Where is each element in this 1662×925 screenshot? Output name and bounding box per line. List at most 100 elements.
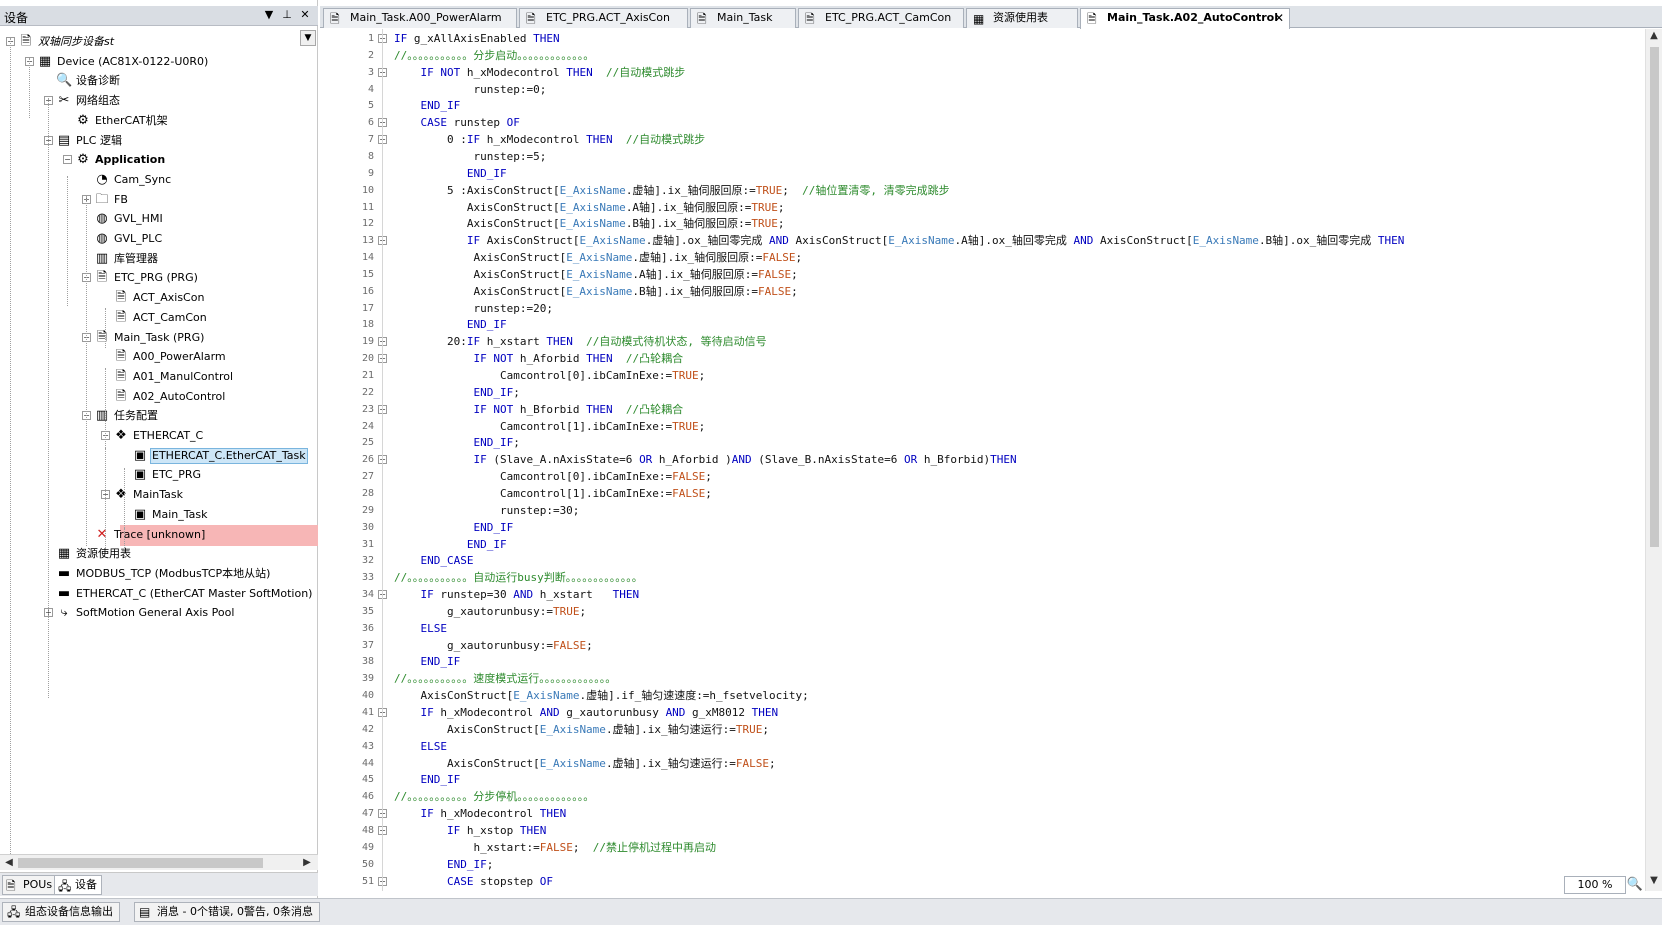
tree-item-label: ETHERCAT_C [133,429,204,442]
code-line[interactable]: runstep:=20; [394,300,552,317]
line-number: 40 [361,690,374,702]
line-number: 31 [361,538,374,550]
code-line[interactable]: 20:IF h_xstart THEN //自动模式待机状态, 等待启动信号 [394,333,767,350]
editor-tab[interactable]: 🗎 Main_Task.A00_PowerAlarm [323,8,517,28]
collapse-icon[interactable]: − [63,155,72,165]
status-item[interactable]: ▤ 消息 - 0个错误, 0警告, 0条消息 [134,902,320,922]
code-line[interactable]: IF runstep=30 AND h_xstart THEN [394,586,640,603]
editor-tab-label: ETC_PRG.ACT_CamCon [825,11,952,24]
code-line[interactable]: END_IF [394,97,461,114]
tree-guide-line [105,448,106,548]
cam-icon: ◔ [96,171,108,187]
code-line[interactable]: g_xautorunbusy:=FALSE; [394,637,593,654]
code-line[interactable]: //。。。。。。。。。。。分步停机。。。。。。。。。。。。。 [394,788,594,805]
editor-tab[interactable]: 🗎 ETC_PRG.ACT_AxisCon [519,8,688,28]
code-line[interactable]: IF NOT h_Aforbid THEN //凸轮耦合 [394,350,683,367]
code-line[interactable]: ELSE [394,738,448,755]
editor-tab[interactable]: 🗎 ETC_PRG.ACT_CamCon [798,8,964,28]
task-icon: ❖ [115,428,127,443]
scroll-thumb[interactable] [1650,47,1659,547]
code-line[interactable]: IF NOT h_Bforbid THEN //凸轮耦合 [394,401,683,418]
code-line[interactable]: END_IF; [394,434,519,451]
code-line[interactable]: END_IF [394,316,507,333]
tree-item-label: ETC_PRG [152,468,202,482]
line-number: 42 [361,723,374,735]
code-line[interactable]: //。。。。。。。。。。。自动运行busy判断。。。。。。。。。。。。。 [394,569,643,586]
editor-tab[interactable]: 🗎 Main_Task.A02_AutoControl ✕ [1080,8,1290,29]
code-line[interactable]: IF h_xModecontrol THEN [394,805,567,822]
code-line[interactable]: Camcontrol[1].ibCamInExe:=TRUE; [394,418,705,435]
zoom-icon[interactable]: 🔍 [1626,876,1644,894]
code-line[interactable]: END_IF; [394,856,493,873]
code-line[interactable]: END_IF [394,165,507,182]
code-line[interactable]: AxisConStruct[E_AxisName.A轴].ix_轴伺服回原:=T… [394,199,785,216]
status-item[interactable]: 🖧 组态设备信息输出 [2,902,120,922]
error-x-icon: ✕ [96,526,108,542]
code-line[interactable]: IF g_xAllAxisEnabled THEN [394,30,560,47]
code-line[interactable]: AxisConStruct[E_AxisName.B轴].ix_轴伺服回原:=T… [394,215,785,232]
scroll-left-icon[interactable]: ◀ [2,856,16,870]
editor-tab[interactable]: 🗎 Main_Task [690,8,796,28]
code-line[interactable]: h_xstart:=FALSE; //禁止停机过程中再启动 [394,839,715,856]
code-line[interactable]: IF h_xstop THEN [394,822,546,839]
code-line[interactable]: END_IF [394,536,507,553]
code-line[interactable]: AxisConStruct[E_AxisName.虚轴].ix_轴伺服回原:=F… [394,249,802,266]
panel-tab[interactable]: 🖧 设备 [54,875,102,895]
code-line[interactable]: //。。。。。。。。。。。分步启动。。。。。。。。。。。。。 [394,47,594,64]
tree-item-label: ETHERCAT_C (EtherCAT Master SoftMotion) [76,586,313,600]
editor-tab[interactable]: ▦ 资源使用表 [966,8,1078,28]
code-line[interactable]: Camcontrol[1].ibCamInExe:=FALSE; [394,485,712,502]
code-line[interactable]: AxisConStruct[E_AxisName.B轴].ix_轴伺服回原:=F… [394,283,797,300]
code-line[interactable]: END_IF [394,653,461,670]
code-line[interactable]: CASE runstep OF [394,114,520,131]
tree-item[interactable]: − 🗎 双轴同步设备st [0,32,318,53]
code-line[interactable]: AxisConStruct[E_AxisName.A轴].ix_轴伺服回原:=F… [394,266,797,283]
line-number: 34 [361,589,374,601]
scroll-down-icon[interactable]: ▼ [1648,875,1660,889]
pin-icon[interactable]: ⊥ [280,8,294,22]
code-line[interactable]: END_IF [394,771,461,788]
line-number: 24 [361,420,374,432]
zoom-level[interactable]: 100 % [1564,876,1626,894]
code-line[interactable]: runstep:=0; [394,81,546,98]
tree-item[interactable]: 🔍 设备诊断 [0,71,318,92]
horizontal-scrollbar[interactable]: ◀ ▶ [0,854,318,870]
line-number: 33 [361,572,374,584]
tree-item-label: A02_AutoControl [133,389,226,403]
code-line[interactable]: END_IF [394,519,513,536]
line-number: 9 [367,167,374,179]
code-line[interactable]: IF NOT h_xModecontrol THEN //自动模式跳步 [394,64,686,81]
tree-item[interactable]: − ▦ Device (AC81X-0122-U0R0) [0,52,318,73]
code-line[interactable]: IF h_xModecontrol AND g_xautorunbusy AND… [394,704,779,721]
scroll-thumb[interactable] [18,858,263,868]
close-tab-icon[interactable]: ✕ [1274,9,1284,27]
code-line[interactable]: runstep:=5; [394,148,546,165]
code-editor[interactable]: 1−2 3−4 5 6−7−8 9 10 11 12 13−14 15 16 17 18 19−20−21… [320,29,1645,891]
code-line[interactable]: IF AxisConStruct[E_AxisName.虚轴].ox_轴回零完成… [394,232,1405,249]
panel-tab[interactable]: 🗎 POUs [2,875,58,895]
code-line[interactable]: 0 :IF h_xModecontrol THEN //自动模式跳步 [394,131,705,148]
code-line[interactable]: END_CASE [394,552,474,569]
code-line[interactable]: AxisConStruct[E_AxisName.虚轴].ix_轴匀速运行:=T… [394,721,769,738]
code-line[interactable]: Camcontrol[0].ibCamInExe:=TRUE; [394,367,705,384]
code-line[interactable]: Camcontrol[0].ibCamInExe:=FALSE; [394,468,712,485]
code-line[interactable]: CASE stopstep OF [394,873,553,890]
code-line[interactable]: AxisConStruct[E_AxisName.虚轴].ix_轴匀速运行:=F… [394,755,776,772]
ethercat-icon: ▬ [57,585,71,601]
scroll-right-icon[interactable]: ▶ [300,856,314,870]
code-line[interactable]: IF (Slave_A.nAxisState=6 OR h_Aforbid )A… [394,451,1016,468]
code-line[interactable]: END_IF; [394,384,519,401]
code-line[interactable]: ELSE [394,620,448,637]
code-line[interactable]: //。。。。。。。。。。。速度模式运行。。。。。。。。。。。。。 [394,670,616,687]
chevron-down-icon[interactable]: ▼ [262,8,276,22]
code-line[interactable]: AxisConStruct[E_AxisName.虚轴].if_轴匀速速度:=h… [394,687,808,704]
code-line[interactable]: 5 :AxisConStruct[E_AxisName.虚轴].ix_轴伺服回原… [394,182,950,199]
vertical-scrollbar[interactable]: ▲ ▼ [1645,29,1662,891]
code-line[interactable]: g_xautorunbusy:=TRUE; [394,603,586,620]
line-number: 15 [361,268,374,280]
line-number: 28 [361,487,374,499]
scroll-up-icon[interactable]: ▲ [1648,30,1660,44]
close-icon[interactable]: ✕ [298,8,312,22]
tree-item-label: Device (AC81X-0122-U0R0) [57,54,209,68]
code-line[interactable]: runstep:=30; [394,502,579,519]
